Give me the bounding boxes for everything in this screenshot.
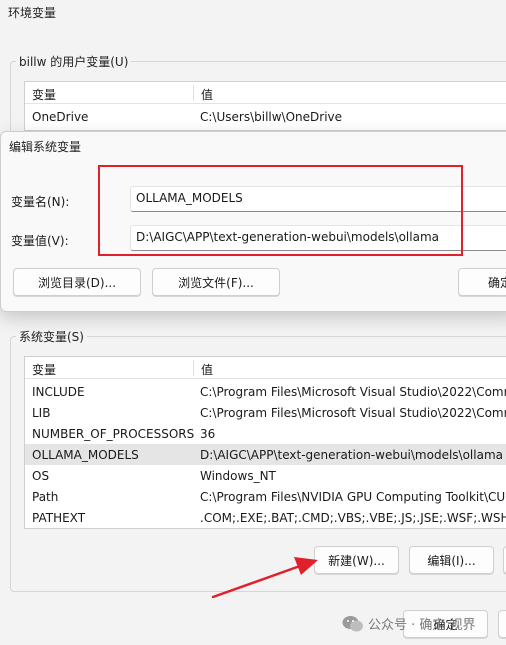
user-variables-legend: billw 的用户变量(U) [16, 53, 132, 70]
list-header: 变量 值 [25, 357, 506, 379]
variable-name: INCLUDE [32, 385, 85, 399]
variable-value: D:\AIGC\APP\text-generation-webui\models… [200, 448, 503, 462]
variable-name: OLLAMA_MODELS [32, 448, 139, 462]
table-row[interactable]: LIB C:\Program Files\Microsoft Visual St… [25, 402, 506, 423]
cancel-button-partial[interactable] [498, 610, 506, 638]
table-row[interactable]: OS Windows_NT [25, 465, 506, 486]
variable-value: C:\Program Files\NVIDIA GPU Computing To… [200, 490, 506, 504]
variable-value: C:\Program Files\Microsoft Visual Studio… [200, 385, 506, 399]
table-row[interactable]: OneDrive C:\Users\billw\OneDrive [25, 106, 506, 127]
table-row[interactable]: NUMBER_OF_PROCESSORS 36 [25, 423, 506, 444]
edit-variable-button[interactable]: 编辑(I)... [409, 546, 494, 574]
browse-directory-button[interactable]: 浏览目录(D)... [13, 268, 141, 296]
wechat-icon [342, 615, 363, 631]
list-header: 变量 值 [25, 82, 506, 104]
watermark-text: 公众号 · 确定 视界 [368, 618, 476, 633]
table-row[interactable]: Path C:\Program Files\NVIDIA GPU Computi… [25, 486, 506, 507]
system-variables-legend: 系统变量(S) [16, 328, 87, 345]
variable-value: C:\Program Files\Microsoft Visual Studio… [200, 406, 506, 420]
column-header-variable[interactable]: 变量 [32, 86, 56, 103]
variable-name: Path [32, 490, 59, 504]
column-header-value[interactable]: 值 [201, 86, 213, 103]
table-row-selected[interactable]: OLLAMA_MODELS D:\AIGC\APP\text-generatio… [25, 444, 506, 465]
variable-name-label: 变量名(N): [11, 195, 70, 209]
table-row[interactable]: PATHEXT .COM;.EXE;.BAT;.CMD;.VBS;.VBE;.J… [25, 507, 506, 528]
environment-variables-window: 环境变量 billw 的用户变量(U) 变量 值 OneDrive C:\Use… [0, 0, 506, 645]
edit-system-variable-dialog: 编辑系统变量 变量名(N): OLLAMA_MODELS 变量值(V): D:\… [0, 131, 506, 312]
variable-name: LIB [32, 406, 51, 420]
variable-value: Windows_NT [200, 469, 276, 483]
variable-name: PATHEXT [32, 511, 86, 525]
highlight-box [98, 165, 463, 256]
user-variables-list[interactable]: 变量 值 OneDrive C:\Users\billw\OneDrive [24, 81, 506, 131]
ok-button[interactable]: 确定 [458, 268, 506, 296]
table-row[interactable]: INCLUDE C:\Program Files\Microsoft Visua… [25, 381, 506, 402]
variable-name: OneDrive [32, 110, 89, 124]
system-variables-list[interactable]: 变量 值 INCLUDE C:\Program Files\Microsoft … [24, 356, 506, 529]
column-header-variable[interactable]: 变量 [32, 361, 56, 378]
watermark: 公众号 · 确定 视界 [342, 614, 476, 633]
browse-file-button[interactable]: 浏览文件(F)... [152, 268, 280, 296]
variable-name: OS [32, 469, 50, 483]
dialog-title: 编辑系统变量 [9, 140, 82, 154]
column-header-value[interactable]: 值 [201, 361, 213, 378]
variable-value: C:\Users\billw\OneDrive [200, 110, 343, 124]
variable-value: .COM;.EXE;.BAT;.CMD;.VBS;.VBE;.JS;.JSE;.… [200, 511, 506, 525]
window-title: 环境变量 [8, 6, 57, 20]
variable-value: 36 [200, 427, 216, 441]
new-variable-button[interactable]: 新建(W)... [314, 546, 399, 574]
variable-value-label: 变量值(V): [11, 234, 69, 248]
variable-name: NUMBER_OF_PROCESSORS [32, 427, 195, 441]
